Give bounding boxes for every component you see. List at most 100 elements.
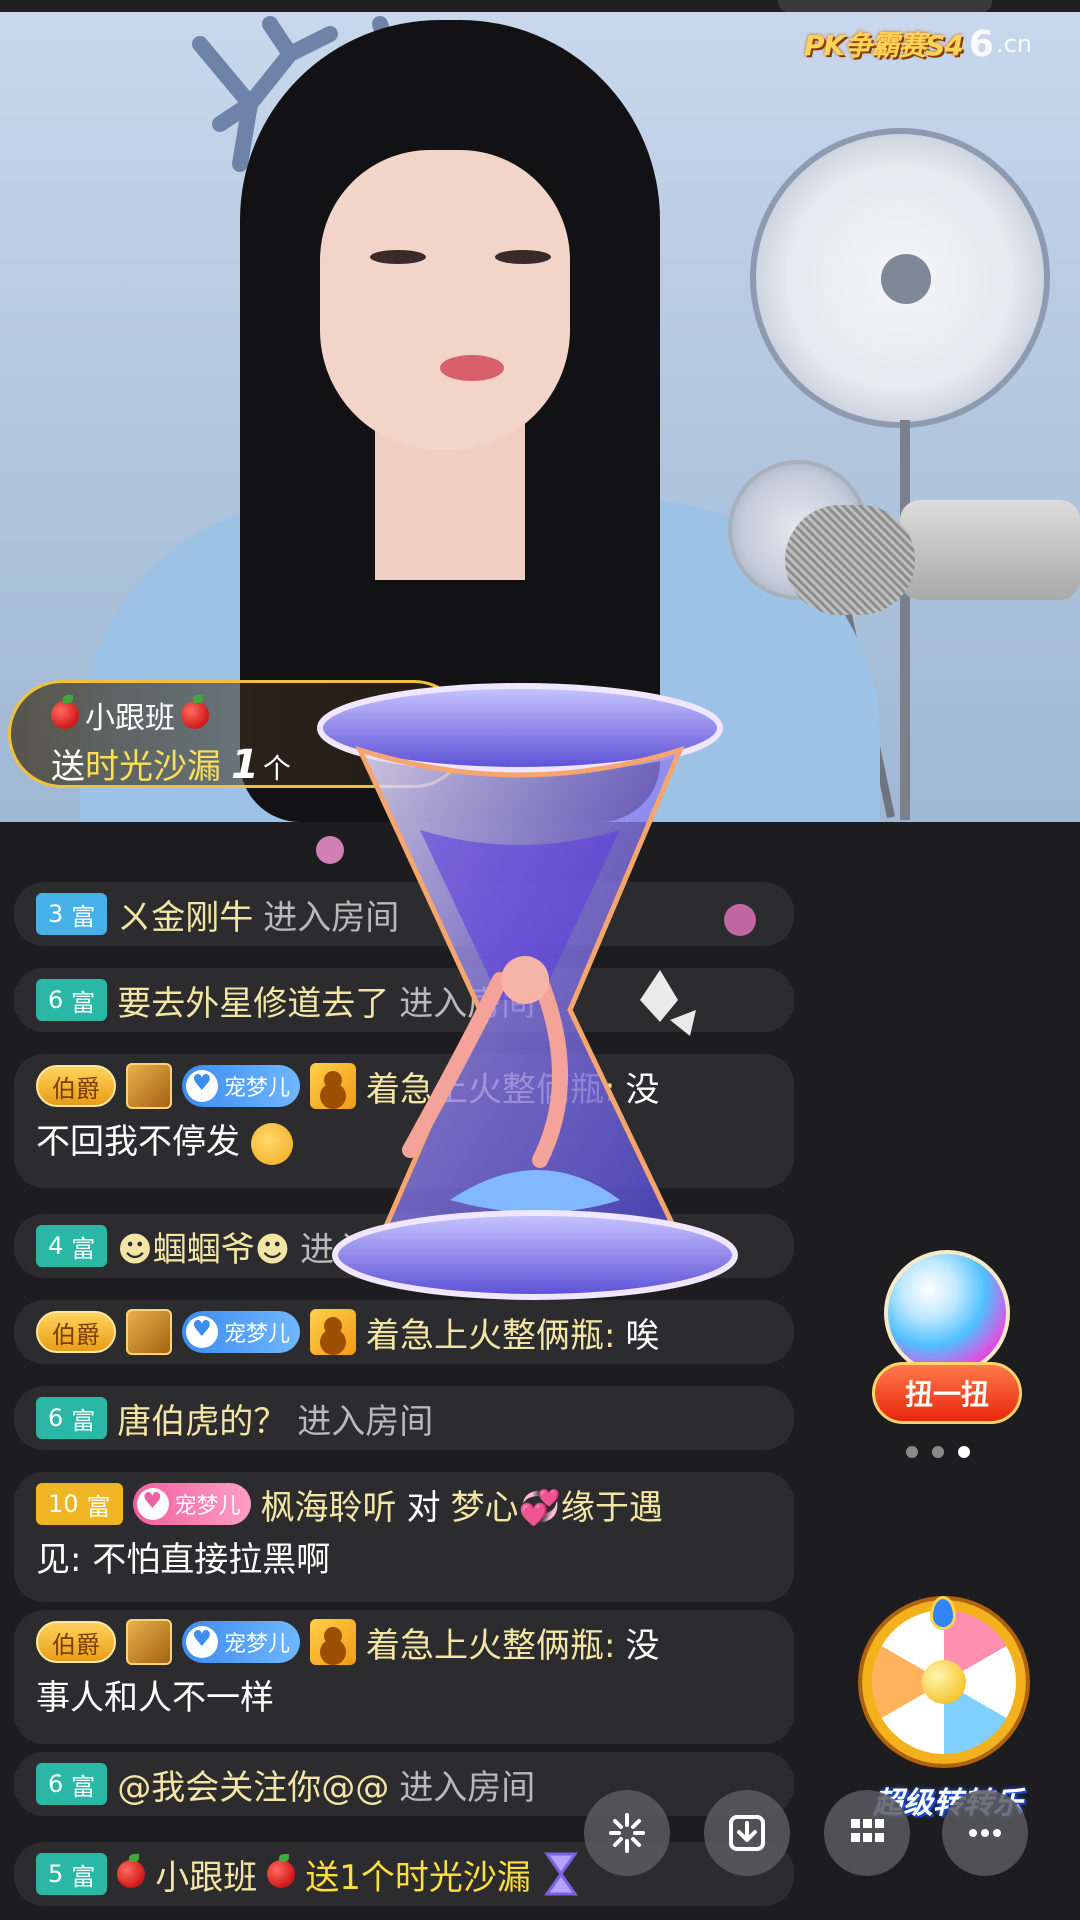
chat-nickname[interactable]: 枫海聆听	[261, 1480, 397, 1529]
chat-nickname[interactable]: 着急上火整俩瓶:	[366, 1062, 615, 1111]
chat-to: 对	[406, 1487, 441, 1528]
rich-level-badge: 6富	[36, 1397, 108, 1439]
chat-nickname[interactable]: 要去外星修道去了	[117, 976, 389, 1025]
rich-level-badge: 3富	[36, 893, 108, 935]
vip-box-badge	[126, 1063, 172, 1109]
chat-message[interactable]: 6富 要去外星修道去了 进入房间	[14, 968, 794, 1032]
chat-nickname[interactable]: 着急上火整俩瓶:	[366, 1618, 615, 1667]
chat-action: 进入房间	[300, 1229, 437, 1270]
fan-club-badge: 宠梦儿	[182, 1621, 301, 1663]
gift-count: 1	[231, 742, 259, 788]
wheel-pointer-icon	[930, 1596, 956, 1630]
chat-nickname[interactable]: 唐伯虎的？	[117, 1394, 287, 1443]
live-video[interactable]: PK争霸赛S4 6 .cn 小跟班 送 时光沙漏 1 个	[0, 0, 1080, 822]
heart-icon	[186, 1316, 218, 1348]
gift-banner: 小跟班 送 时光沙漏 1 个	[8, 680, 468, 788]
stream-logo: PK争霸赛S4 6 .cn	[804, 23, 1032, 65]
chat-message[interactable]: 伯爵 宠梦儿 着急上火整俩瓶: 没 事人和人不一样	[14, 1610, 794, 1744]
heart-icon	[136, 1488, 169, 1520]
chat-target-nickname[interactable]: 梦心💞缘于遇	[451, 1480, 663, 1529]
chat-nickname[interactable]: @我会关注你@@	[117, 1760, 389, 1809]
grid-icon	[851, 1819, 884, 1842]
microphone-body	[900, 500, 1080, 600]
streamer-eye-right	[495, 250, 551, 264]
rich-level-badge: 5富	[36, 1853, 108, 1895]
status-strip	[0, 0, 1080, 12]
user-icon	[310, 1309, 357, 1355]
heart-icon	[186, 1626, 218, 1658]
fan-club-badge: 宠梦儿	[182, 1065, 301, 1107]
heart-icon	[186, 1070, 218, 1102]
streamer-eye-left	[370, 250, 426, 264]
chat-text: 没	[625, 1069, 660, 1110]
chat-gift-text: 送1个时光沙漏	[305, 1857, 531, 1898]
chat-text-continued: 不回我不停发	[36, 1122, 240, 1162]
chat-nickname[interactable]: ☻蝈蝈爷☻	[117, 1222, 290, 1271]
more-button[interactable]	[942, 1790, 1028, 1876]
light-stand	[900, 420, 910, 820]
streamer-lips	[440, 355, 504, 381]
chat-message[interactable]: 10富 宠梦儿 枫海聆听 对 梦心💞缘于遇 见: 不怕直接拉黑啊	[14, 1472, 794, 1602]
chat-text-continued: 见: 不怕直接拉黑啊	[36, 1540, 331, 1580]
fan-club-badge: 宠梦儿	[132, 1483, 251, 1525]
wheel-center-icon	[922, 1660, 966, 1704]
fan-club-badge: 宠梦儿	[182, 1311, 301, 1353]
rich-level-badge: 10 富	[36, 1483, 123, 1525]
vip-box-badge	[126, 1619, 172, 1665]
chat-message[interactable]: 6富 @我会关注你@@ 进入房间	[14, 1752, 794, 1816]
chat-action: 进入房间	[263, 897, 400, 938]
user-icon	[310, 1619, 357, 1665]
apple-icon	[117, 1854, 146, 1888]
hourglass-small-icon	[544, 1852, 578, 1896]
rich-level-badge: 4富	[36, 1225, 108, 1267]
chat-nickname[interactable]: ㄨ金刚牛	[117, 890, 253, 939]
chat-text-continued: 事人和人不一样	[36, 1678, 274, 1718]
gift-send-prefix: 送	[51, 747, 85, 787]
chat-message[interactable]: 3富 ㄨ金刚牛 进入房间	[14, 882, 794, 946]
rank-badge: 伯爵	[36, 1065, 116, 1107]
gacha-globe-icon	[884, 1250, 1010, 1376]
chat-message[interactable]: 4富 ☻蝈蝈爷☻ 进入房间	[14, 1214, 794, 1278]
carousel-dot	[906, 1446, 918, 1458]
carousel-dot	[932, 1446, 944, 1458]
site-logo-number: 6	[968, 23, 994, 65]
gacha-machine-widget[interactable]: 扭一扭	[872, 1250, 1022, 1440]
vip-box-badge	[126, 1309, 172, 1355]
more-icon	[969, 1829, 1001, 1837]
gift-name: 时光沙漏	[85, 747, 221, 787]
chat-nickname[interactable]: 小跟班	[155, 1850, 257, 1899]
chat-message[interactable]: 伯爵 宠梦儿 着急上火整俩瓶: 没 不回我不停发	[14, 1054, 794, 1188]
sparkle-icon	[609, 1813, 645, 1853]
streamer-face	[320, 150, 570, 450]
chat-text: 没	[625, 1625, 660, 1666]
chat-message[interactable]: 6富 唐伯虎的？ 进入房间	[14, 1386, 794, 1450]
gift-sender: 小跟班	[85, 701, 175, 736]
carousel-dots	[906, 1446, 970, 1458]
carousel-dot-active	[958, 1446, 970, 1458]
user-icon	[310, 1063, 357, 1109]
sparkle-button[interactable]	[584, 1790, 670, 1876]
chat-message[interactable]: 5富 小跟班 送1个时光沙漏	[14, 1842, 794, 1906]
download-button[interactable]	[704, 1790, 790, 1876]
rich-level-badge: 6富	[36, 1763, 108, 1805]
chat-action: 进入房间	[399, 1767, 536, 1808]
chat-message[interactable]: 伯爵 宠梦儿 着急上火整俩瓶: 唉	[14, 1300, 794, 1364]
apple-icon	[181, 695, 209, 729]
apple-icon	[267, 1854, 296, 1888]
grid-menu-button[interactable]	[824, 1790, 910, 1876]
rich-level-badge: 6富	[36, 979, 108, 1021]
download-icon	[729, 1815, 765, 1851]
gift-unit: 个	[262, 752, 291, 785]
rank-badge: 伯爵	[36, 1621, 116, 1663]
site-logo-suffix: .cn	[995, 30, 1032, 58]
chat-action: 进入房间	[297, 1401, 434, 1442]
chat-text: 唉	[625, 1315, 660, 1356]
rank-badge: 伯爵	[36, 1311, 116, 1353]
microphone-head	[785, 505, 915, 615]
gacha-button[interactable]: 扭一扭	[872, 1362, 1022, 1424]
studio-reflector	[750, 128, 1050, 428]
chat-nickname[interactable]: 着急上火整俩瓶:	[366, 1308, 615, 1357]
apple-icon	[51, 695, 79, 729]
thinking-emoji-icon	[250, 1122, 293, 1165]
event-logo: PK争霸赛S4	[804, 29, 964, 62]
